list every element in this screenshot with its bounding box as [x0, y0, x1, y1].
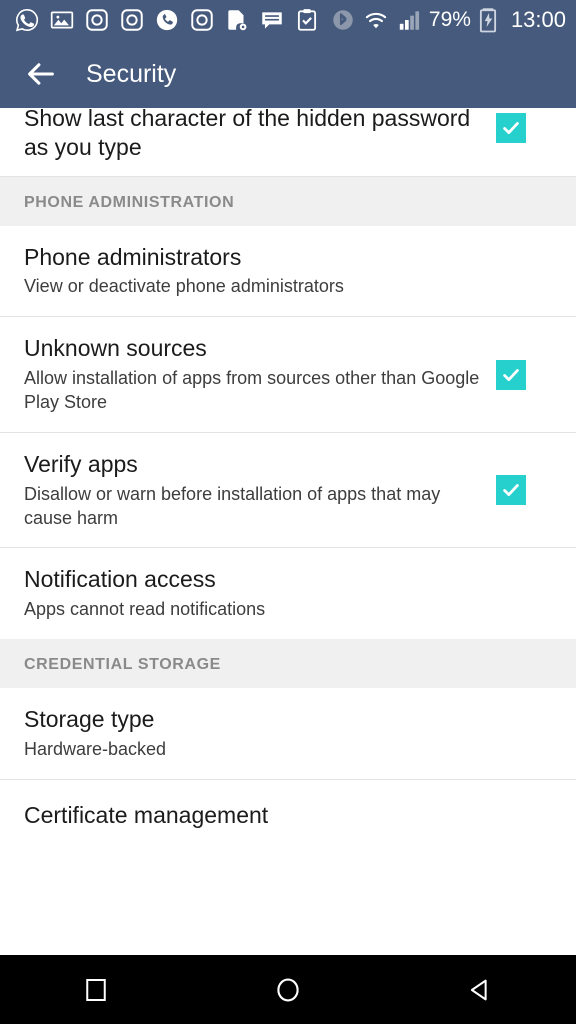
- row-title: Verify apps: [24, 450, 138, 477]
- row-title: Storage type: [24, 706, 155, 733]
- row-text: Phone administrators View or deactivate …: [24, 243, 552, 300]
- camera-instagram-icon: [119, 7, 145, 33]
- bluetooth-icon: [330, 7, 356, 33]
- navigation-bar: [0, 955, 576, 1024]
- row-title: Notification access: [24, 566, 216, 593]
- camera-instagram-icon: [189, 7, 215, 33]
- list-item-certificate-management[interactable]: Certificate management: [0, 779, 576, 852]
- back-triangle-icon[interactable]: [442, 955, 518, 1024]
- whatsapp-icon: [14, 7, 40, 33]
- checkbox-unknown-sources[interactable]: [496, 359, 526, 390]
- app-bar: Security: [0, 40, 576, 108]
- row-subtitle: Allow installation of apps from sources …: [24, 367, 480, 412]
- back-arrow-icon[interactable]: [18, 51, 64, 97]
- phone-screen: 79% 13:00 Security Show last character o…: [0, 0, 576, 1024]
- section-header-credential-storage: CREDENTIAL STORAGE: [0, 639, 576, 689]
- row-text: Notification access Apps cannot read not…: [24, 565, 552, 622]
- clock: 13:00: [510, 7, 566, 32]
- row-text: Storage type Hardware-backed: [24, 705, 552, 762]
- list-item-unknown-sources[interactable]: Unknown sources Allow installation of ap…: [0, 317, 576, 433]
- notification-icons: [14, 7, 330, 33]
- row-title: Phone administrators: [24, 243, 242, 270]
- battery-percent: 79%: [428, 8, 471, 31]
- recents-square-icon[interactable]: [58, 955, 134, 1024]
- row-text: Show last character of the hidden passwo…: [24, 108, 496, 162]
- list-item-show-last-character[interactable]: Show last character of the hidden passwo…: [0, 108, 576, 177]
- status-indicators: 79% 13:00: [330, 7, 566, 33]
- file-settings-icon: [224, 7, 250, 33]
- row-text: Unknown sources Allow installation of ap…: [24, 334, 496, 415]
- checkbox-show-last-character[interactable]: [496, 112, 526, 143]
- list-item-phone-administrators[interactable]: Phone administrators View or deactivate …: [0, 225, 576, 318]
- status-bar: 79% 13:00: [0, 0, 576, 40]
- missed-call-icon: [154, 7, 180, 33]
- row-subtitle: Hardware-backed: [24, 738, 167, 759]
- list-item-notification-access[interactable]: Notification access Apps cannot read not…: [0, 548, 576, 640]
- signal-bars-icon: [396, 7, 422, 33]
- row-text: Verify apps Disallow or warn before inst…: [24, 450, 496, 531]
- message-icon: [259, 7, 285, 33]
- list-item-storage-type[interactable]: Storage type Hardware-backed: [0, 688, 576, 780]
- gallery-image-icon: [49, 7, 75, 33]
- row-subtitle: View or deactivate phone administrators: [24, 276, 344, 297]
- clipboard-check-icon: [294, 7, 320, 33]
- row-subtitle: Disallow or warn before installation of …: [24, 483, 441, 528]
- row-title: Certificate management: [24, 802, 269, 829]
- section-header-label: CREDENTIAL STORAGE: [24, 656, 221, 674]
- page-title: Security: [86, 59, 177, 88]
- home-circle-icon[interactable]: [250, 955, 326, 1024]
- settings-list[interactable]: Show last character of the hidden passwo…: [0, 108, 576, 955]
- camera-instagram-icon: [84, 7, 110, 33]
- checkbox-verify-apps[interactable]: [496, 475, 526, 506]
- row-title: Show last character of the hidden passwo…: [24, 108, 471, 160]
- section-header-label: PHONE ADMINISTRATION: [24, 193, 235, 211]
- list-item-verify-apps[interactable]: Verify apps Disallow or warn before inst…: [0, 432, 576, 549]
- row-title: Unknown sources: [24, 335, 207, 362]
- row-text: Certificate management: [24, 801, 552, 830]
- battery-charging-icon: [478, 7, 504, 33]
- wifi-icon: [363, 7, 389, 33]
- row-subtitle: Apps cannot read notifications: [24, 599, 266, 620]
- section-header-phone-administration: PHONE ADMINISTRATION: [0, 176, 576, 226]
